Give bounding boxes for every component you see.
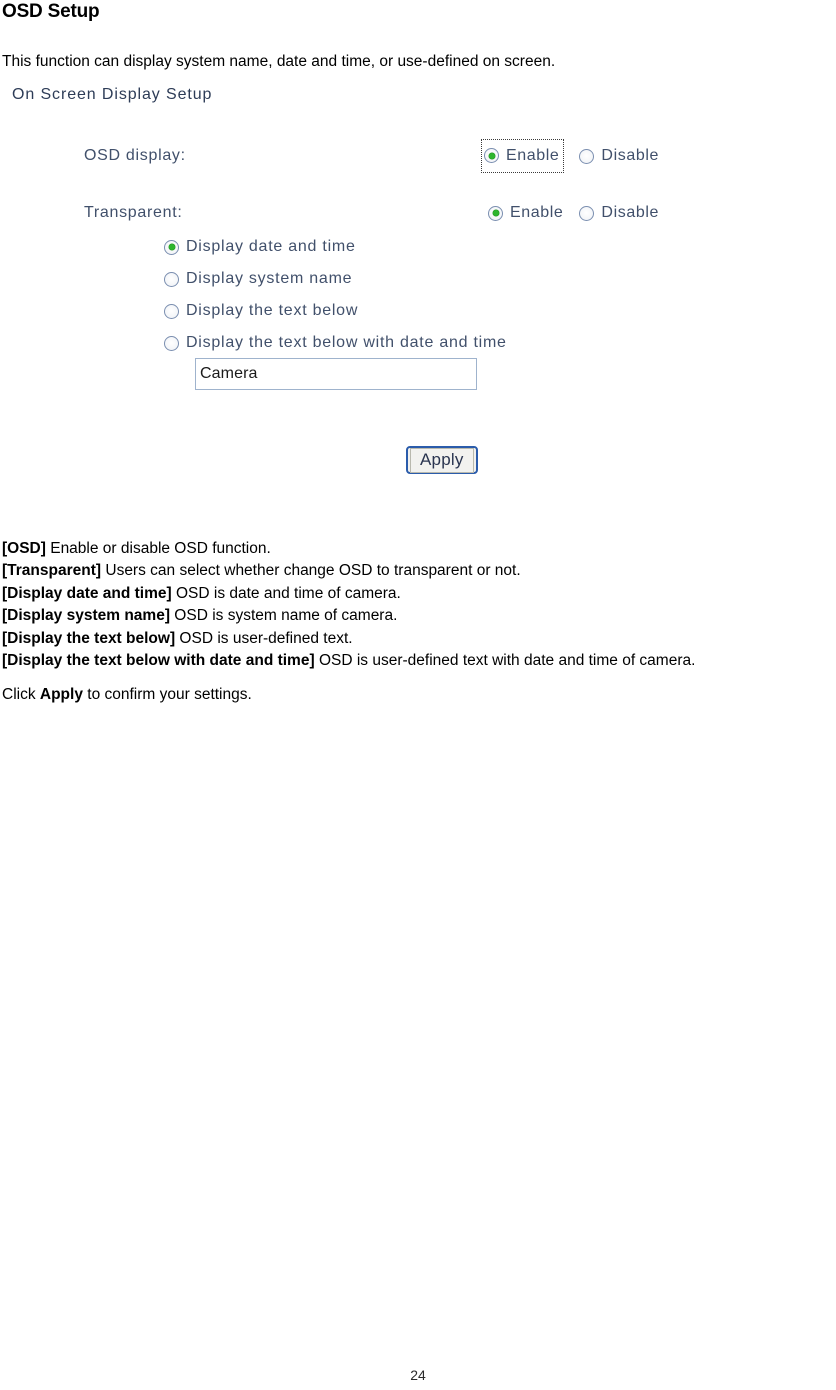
osd-display-radio-group: Enable Disable: [480, 138, 659, 173]
description-term: [OSD]: [2, 540, 46, 557]
custom-text-input-wrap: [195, 358, 477, 390]
display-mode-radio-list: Display date and time Display system nam…: [164, 231, 507, 359]
description-text: OSD is date and time of camera.: [171, 584, 401, 602]
display-mode-option-text-below[interactable]: Display the text below: [164, 295, 507, 327]
custom-text-input[interactable]: [195, 358, 477, 390]
click-hint-after: to confirm your settings.: [82, 686, 252, 703]
description-line-transparent: [Transparent] Users can select whether c…: [2, 560, 836, 582]
radio-unselected-icon[interactable]: [579, 148, 595, 164]
description-line-osd: [OSD] Enable or disable OSD function.: [2, 538, 836, 560]
display-mode-label: Display system name: [186, 270, 353, 287]
description-text: OSD is system name of camera.: [170, 607, 398, 625]
osd-display-enable-label: Enable: [506, 146, 560, 164]
transparent-radio-group: Enable Disable: [488, 199, 659, 227]
description-text: Enable or disable OSD function.: [45, 540, 271, 557]
display-mode-option-text-below-with-date-and-time[interactable]: Display the text below with date and tim…: [164, 327, 507, 359]
click-hint-before: Click: [2, 686, 40, 703]
description-term: [Display the text below with date and ti…: [2, 652, 315, 670]
page-number: 24: [410, 1367, 426, 1383]
transparent-disable-label: Disable: [601, 204, 659, 221]
transparent-enable-option[interactable]: Enable: [488, 199, 563, 227]
transparent-label: Transparent:: [84, 204, 183, 221]
radio-selected-icon[interactable]: [484, 148, 499, 163]
description-term: [Display the text below]: [2, 629, 176, 647]
description-text: Users can select whether change OSD to t…: [101, 562, 521, 580]
field-row-osd-display: OSD display: Enable Disable: [0, 138, 836, 173]
radio-unselected-icon[interactable]: [164, 303, 179, 319]
apply-button[interactable]: Apply: [406, 446, 478, 474]
panel-heading: On Screen Display Setup: [12, 86, 213, 103]
description-block: [OSD] Enable or disable OSD function. [T…: [2, 538, 836, 672]
description-line-display-text-below: [Display the text below] OSD is user-def…: [2, 628, 836, 650]
display-mode-label: Display the text below: [186, 302, 359, 319]
osd-display-enable-option[interactable]: Enable: [480, 138, 565, 173]
description-line-display-system-name: [Display system name] OSD is system name…: [2, 605, 836, 627]
radio-selected-icon[interactable]: [164, 239, 179, 255]
click-hint-bold: Apply: [39, 686, 83, 703]
page-title: OSD Setup: [2, 1, 100, 22]
display-mode-option-date-and-time[interactable]: Display date and time: [164, 231, 507, 263]
display-mode-option-system-name[interactable]: Display system name: [164, 263, 507, 295]
description-line-display-date-and-time: [Display date and time] OSD is date and …: [2, 583, 836, 605]
intro-paragraph: This function can display system name, d…: [2, 53, 556, 70]
transparent-enable-label: Enable: [510, 204, 564, 221]
apply-button-label: Apply: [410, 448, 474, 473]
osd-display-disable-label: Disable: [601, 147, 659, 164]
osd-display-disable-option[interactable]: Disable: [579, 142, 659, 170]
radio-unselected-icon[interactable]: [164, 271, 179, 287]
display-mode-label: Display date and time: [186, 238, 356, 255]
click-apply-hint: Click Apply to confirm your settings.: [2, 684, 252, 706]
osd-setup-form-panel: On Screen Display Setup OSD display: Ena…: [0, 86, 836, 486]
radio-selected-icon[interactable]: [488, 205, 503, 221]
radio-unselected-icon[interactable]: [164, 335, 179, 351]
description-term: [Display system name]: [2, 607, 170, 625]
osd-display-label: OSD display:: [84, 147, 186, 164]
radio-unselected-icon[interactable]: [579, 205, 595, 221]
description-term: [Transparent]: [2, 562, 102, 580]
description-line-display-text-below-with-date-and-time: [Display the text below with date and ti…: [2, 650, 836, 672]
description-text: OSD is user-defined text with date and t…: [314, 652, 696, 670]
apply-button-wrap: Apply: [406, 446, 478, 474]
field-row-transparent: Transparent: Enable Disable: [0, 199, 836, 227]
display-mode-label: Display the text below with date and tim…: [186, 334, 507, 351]
description-text: OSD is user-defined text.: [175, 629, 353, 647]
description-term: [Display date and time]: [2, 584, 172, 602]
transparent-disable-option[interactable]: Disable: [579, 199, 659, 227]
